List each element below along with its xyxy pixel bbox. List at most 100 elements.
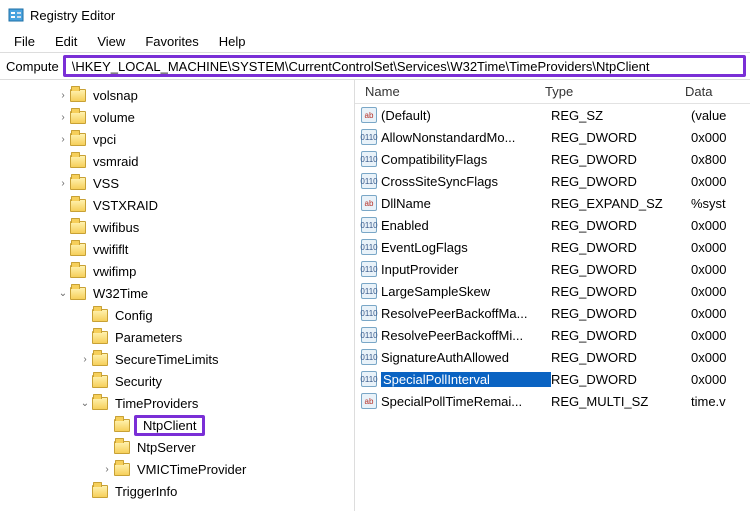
tree-label: vpci	[90, 131, 119, 148]
tree-item-ntpserver[interactable]: ›NtpServer	[0, 436, 354, 458]
folder-icon	[92, 331, 108, 344]
tree-item-ntpclient[interactable]: ›NtpClient	[0, 414, 354, 436]
tree-label: VSTXRAID	[90, 197, 161, 214]
tree-item-config[interactable]: ›Config	[0, 304, 354, 326]
value-name: SpecialPollInterval	[381, 372, 551, 387]
col-type[interactable]: Type	[545, 84, 685, 99]
tree-item-w32time[interactable]: ⌄W32Time	[0, 282, 354, 304]
tree-item-parameters[interactable]: ›Parameters	[0, 326, 354, 348]
value-name: CrossSiteSyncFlags	[381, 174, 551, 189]
tree-item-vstxraid[interactable]: ›VSTXRAID	[0, 194, 354, 216]
expand-icon[interactable]: ›	[56, 90, 70, 101]
address-input[interactable]	[63, 55, 746, 77]
value-data: 0x800	[691, 152, 750, 167]
menu-edit[interactable]: Edit	[45, 32, 87, 51]
value-row[interactable]: 0110EnabledREG_DWORD0x000	[355, 214, 750, 236]
tree-label: VSS	[90, 175, 122, 192]
value-row[interactable]: 0110SpecialPollIntervalREG_DWORD0x000	[355, 368, 750, 390]
value-name: LargeSampleSkew	[381, 284, 551, 299]
value-name: SpecialPollTimeRemai...	[381, 394, 551, 409]
tree-item-triggerinfo[interactable]: ›TriggerInfo	[0, 480, 354, 502]
folder-icon	[70, 133, 86, 146]
tree-item-vpci[interactable]: › vpci	[0, 128, 354, 150]
value-name: SignatureAuthAllowed	[381, 350, 551, 365]
tree-label: volume	[90, 109, 138, 126]
value-row[interactable]: abSpecialPollTimeRemai...REG_MULTI_SZtim…	[355, 390, 750, 412]
values-pane[interactable]: Name Type Data ab(Default)REG_SZ(value 01…	[355, 80, 750, 511]
folder-icon	[70, 221, 86, 234]
tree-item-vsmraid[interactable]: ›vsmraid	[0, 150, 354, 172]
folder-icon	[70, 89, 86, 102]
menubar: File Edit View Favorites Help	[0, 30, 750, 52]
string-value-icon: ab	[361, 195, 377, 211]
binary-value-icon: 0110	[361, 239, 377, 255]
folder-icon	[70, 199, 86, 212]
value-type: REG_DWORD	[551, 372, 691, 387]
folder-icon	[114, 463, 130, 476]
binary-value-icon: 0110	[361, 327, 377, 343]
tree-label: Config	[112, 307, 156, 324]
tree-item-vss[interactable]: › VSS	[0, 172, 354, 194]
tree-item-security[interactable]: ›Security	[0, 370, 354, 392]
folder-icon	[70, 177, 86, 190]
value-data: 0x000	[691, 262, 750, 277]
value-row[interactable]: ab(Default)REG_SZ(value	[355, 104, 750, 126]
folder-icon	[92, 485, 108, 498]
expand-icon[interactable]: ›	[56, 178, 70, 189]
binary-value-icon: 0110	[361, 129, 377, 145]
expand-icon[interactable]: ⌄	[56, 288, 70, 299]
binary-value-icon: 0110	[361, 305, 377, 321]
expand-icon[interactable]: ›	[56, 112, 70, 123]
tree-label: vwifimp	[90, 263, 139, 280]
value-row[interactable]: 0110AllowNonstandardMo...REG_DWORD0x000	[355, 126, 750, 148]
value-data: 0x000	[691, 130, 750, 145]
binary-value-icon: 0110	[361, 217, 377, 233]
value-row[interactable]: 0110SignatureAuthAllowedREG_DWORD0x000	[355, 346, 750, 368]
tree-item-volume[interactable]: › volume	[0, 106, 354, 128]
menu-help[interactable]: Help	[209, 32, 256, 51]
value-row[interactable]: 0110LargeSampleSkewREG_DWORD0x000	[355, 280, 750, 302]
menu-favorites[interactable]: Favorites	[135, 32, 208, 51]
tree-item-volsnap[interactable]: ›volsnap	[0, 84, 354, 106]
address-label: Compute	[4, 59, 63, 74]
value-name: EventLogFlags	[381, 240, 551, 255]
tree-item-vwifimp[interactable]: ›vwifimp	[0, 260, 354, 282]
tree-item-securetimelimits[interactable]: ›SecureTimeLimits	[0, 348, 354, 370]
tree-pane[interactable]: ›volsnap›volume›vpci›vsmraid›VSS›VSTXRAI…	[0, 80, 355, 511]
value-row[interactable]: 0110 ResolvePeerBackoffMa...REG_DWORD0x00…	[355, 302, 750, 324]
value-data: time.v	[691, 394, 750, 409]
value-data: 0x000	[691, 372, 750, 387]
col-name[interactable]: Name	[355, 84, 545, 99]
tree-item-vwifibus[interactable]: ›vwifibus	[0, 216, 354, 238]
expand-icon[interactable]: ⌄	[78, 398, 92, 409]
menu-file[interactable]: File	[4, 32, 45, 51]
expand-icon[interactable]: ›	[100, 464, 114, 475]
value-type: REG_DWORD	[551, 262, 691, 277]
value-name: AllowNonstandardMo...	[381, 130, 551, 145]
value-type: REG_DWORD	[551, 152, 691, 167]
tree-item-timeproviders[interactable]: ⌄TimeProviders	[0, 392, 354, 414]
value-row[interactable]: 0110CompatibilityFlagsREG_DWORD0x800	[355, 148, 750, 170]
expand-icon[interactable]: ›	[78, 354, 92, 365]
menu-view[interactable]: View	[87, 32, 135, 51]
col-data[interactable]: Data	[685, 84, 750, 99]
value-data: 0x000	[691, 350, 750, 365]
folder-icon	[70, 111, 86, 124]
value-row[interactable]: 0110ResolvePeerBackoffMi...REG_DWORD0x00…	[355, 324, 750, 346]
tree-label: vwififlt	[90, 241, 131, 258]
value-name: ResolvePeerBackoffMa...	[381, 306, 551, 321]
value-row[interactable]: abDllNameREG_EXPAND_SZ%syst	[355, 192, 750, 214]
column-headers[interactable]: Name Type Data	[355, 80, 750, 104]
value-row[interactable]: 0110InputProviderREG_DWORD0x000	[355, 258, 750, 280]
window-title: Registry Editor	[30, 8, 115, 23]
value-type: REG_DWORD	[551, 328, 691, 343]
expand-icon[interactable]: ›	[56, 134, 70, 145]
value-type: REG_DWORD	[551, 306, 691, 321]
value-row[interactable]: 0110CrossSiteSyncFlagsREG_DWORD0x000	[355, 170, 750, 192]
value-data: 0x000	[691, 174, 750, 189]
tree-item-vwififlt[interactable]: ›vwififlt	[0, 238, 354, 260]
value-data: 0x000	[691, 306, 750, 321]
value-row[interactable]: 0110EventLogFlagsREG_DWORD0x000	[355, 236, 750, 258]
tree-item-vmictimeprovider[interactable]: ›VMICTimeProvider	[0, 458, 354, 480]
value-data: 0x000	[691, 218, 750, 233]
